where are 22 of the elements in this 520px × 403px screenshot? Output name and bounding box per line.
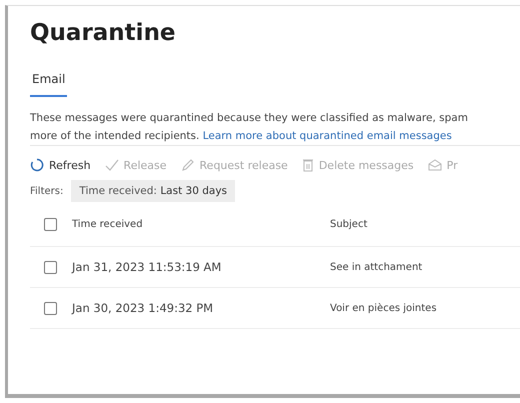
checkbox[interactable] bbox=[44, 302, 57, 314]
refresh-icon bbox=[30, 158, 44, 172]
table-cell-text: Jan 30, 2023 1:49:32 PM bbox=[72, 301, 214, 315]
learn-more-link[interactable]: Learn more about quarantined email messages bbox=[202, 130, 452, 142]
description-text: These messages were quarantined because they were classified as malware, spam bbox=[30, 111, 469, 126]
column-header[interactable]: Subject bbox=[330, 218, 520, 230]
checkbox[interactable] bbox=[44, 260, 57, 274]
tab[interactable]: Email bbox=[30, 72, 68, 97]
checkbox[interactable] bbox=[44, 218, 57, 230]
table-cell-text: Jan 31, 2023 11:53:19 AM bbox=[72, 260, 222, 274]
toolbar-button[interactable]: Refresh bbox=[30, 158, 91, 172]
pencil-icon bbox=[180, 158, 195, 172]
envelope-icon bbox=[428, 159, 442, 171]
page-title: Quarantine bbox=[30, 20, 177, 46]
table-cell-text: See in attchament bbox=[330, 262, 424, 272]
filters-label: Filters: bbox=[30, 186, 64, 196]
checkmark-icon bbox=[104, 159, 119, 171]
column-header[interactable]: Time received bbox=[72, 218, 330, 230]
trash-icon bbox=[302, 158, 314, 172]
filter-chip[interactable]: Time received: Last 30 days bbox=[71, 180, 236, 202]
description-text: more of the intended recipients. bbox=[30, 130, 200, 142]
table-cell-text: Voir en pièces jointes bbox=[330, 302, 438, 314]
